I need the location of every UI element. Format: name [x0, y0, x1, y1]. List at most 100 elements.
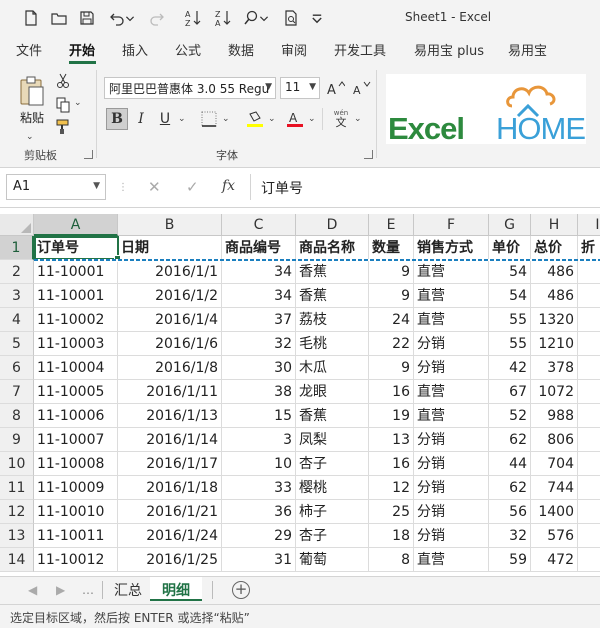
table-cell[interactable]	[578, 404, 600, 428]
clipboard-launcher-icon[interactable]	[84, 150, 93, 159]
row-header[interactable]: 3	[0, 284, 34, 308]
new-file-icon[interactable]	[20, 7, 42, 29]
table-cell[interactable]: 38	[222, 380, 296, 404]
open-folder-icon[interactable]	[48, 7, 70, 29]
sort-ascending-icon[interactable]: AZ	[182, 7, 204, 29]
tab-review[interactable]: 审阅	[281, 40, 307, 59]
select-all-button[interactable]	[0, 214, 34, 236]
table-cell[interactable]	[578, 500, 600, 524]
table-cell[interactable]: 11-10011	[34, 524, 118, 548]
table-cell[interactable]: 54	[489, 260, 531, 284]
table-cell[interactable]: 42	[489, 356, 531, 380]
table-cell[interactable]: 2016/1/17	[118, 452, 222, 476]
insert-function-icon[interactable]: fx	[222, 178, 235, 194]
table-cell[interactable]: 2016/1/14	[118, 428, 222, 452]
table-cell[interactable]: 32	[222, 332, 296, 356]
customize-toolbar-icon[interactable]	[310, 7, 324, 29]
table-cell[interactable]: 9	[369, 260, 414, 284]
row-header[interactable]: 1	[0, 236, 34, 260]
table-cell[interactable]: 378	[531, 356, 578, 380]
table-cell[interactable]: 55	[489, 332, 531, 356]
tab-insert[interactable]: 插入	[122, 40, 148, 59]
table-cell[interactable]: 576	[531, 524, 578, 548]
header-cell-col-c[interactable]: 商品编号	[222, 236, 296, 260]
row-header[interactable]: 14	[0, 548, 34, 572]
table-cell[interactable]: 15	[222, 404, 296, 428]
table-cell[interactable]: 54	[489, 284, 531, 308]
table-cell[interactable]: 33	[222, 476, 296, 500]
table-cell[interactable]: 直营	[414, 260, 489, 284]
table-cell[interactable]: 1320	[531, 308, 578, 332]
table-cell[interactable]: 62	[489, 428, 531, 452]
table-cell[interactable]: 18	[369, 524, 414, 548]
table-cell[interactable]: 24	[369, 308, 414, 332]
table-cell[interactable]: 1072	[531, 380, 578, 404]
table-cell[interactable]: 分销	[414, 428, 489, 452]
table-cell[interactable]: 分销	[414, 524, 489, 548]
table-cell[interactable]: 30	[222, 356, 296, 380]
table-cell[interactable]: 2016/1/2	[118, 284, 222, 308]
font-size-dropdown-icon[interactable]: ▼	[309, 82, 316, 92]
table-cell[interactable]: 16	[369, 452, 414, 476]
table-cell[interactable]	[578, 260, 600, 284]
table-cell[interactable]: 9	[369, 356, 414, 380]
table-cell[interactable]: 13	[369, 428, 414, 452]
header-cell-col-h[interactable]: 总价	[531, 236, 578, 260]
row-header[interactable]: 6	[0, 356, 34, 380]
table-cell[interactable]: 3	[222, 428, 296, 452]
table-cell[interactable]: 香蕉	[296, 404, 369, 428]
table-cell[interactable]: 52	[489, 404, 531, 428]
tab-developer[interactable]: 开发工具	[334, 40, 386, 59]
sheet-tab-detail[interactable]: 明细	[150, 577, 202, 601]
table-cell[interactable]: 11-10004	[34, 356, 118, 380]
table-cell[interactable]: 2016/1/25	[118, 548, 222, 572]
phonetic-guide-icon[interactable]: wén 文	[330, 108, 352, 130]
row-header[interactable]: 7	[0, 380, 34, 404]
formula-input[interactable]: 订单号	[250, 174, 600, 200]
font-name-box[interactable]: 阿里巴巴普惠体 3.0 55 Regu ▼	[104, 77, 276, 99]
column-header-f[interactable]: F	[414, 214, 489, 236]
row-header[interactable]: 13	[0, 524, 34, 548]
add-sheet-icon[interactable]: +	[232, 581, 250, 599]
row-header[interactable]: 11	[0, 476, 34, 500]
fill-color-icon[interactable]	[244, 108, 266, 130]
table-cell[interactable]: 37	[222, 308, 296, 332]
table-cell[interactable]: 8	[369, 548, 414, 572]
cut-icon[interactable]	[54, 72, 72, 90]
header-cell-col-b[interactable]: 日期	[118, 236, 222, 260]
table-cell[interactable]: 31	[222, 548, 296, 572]
table-cell[interactable]: 凤梨	[296, 428, 369, 452]
table-cell[interactable]: 11-10009	[34, 476, 118, 500]
column-header-i[interactable]: I	[578, 214, 600, 236]
column-header-a[interactable]: A	[34, 214, 118, 236]
table-cell[interactable]: 36	[222, 500, 296, 524]
fill-color-dropdown-icon[interactable]: ⌄	[268, 114, 276, 124]
table-cell[interactable]: 葡萄	[296, 548, 369, 572]
row-header[interactable]: 2	[0, 260, 34, 284]
table-cell[interactable]: 67	[489, 380, 531, 404]
table-cell[interactable]: 44	[489, 452, 531, 476]
table-cell[interactable]: 2016/1/21	[118, 500, 222, 524]
table-cell[interactable]: 荔枝	[296, 308, 369, 332]
table-cell[interactable]: 11-10008	[34, 452, 118, 476]
table-cell[interactable]: 木瓜	[296, 356, 369, 380]
table-cell[interactable]: 11-10006	[34, 404, 118, 428]
phonetic-dropdown-icon[interactable]: ⌄	[354, 114, 362, 124]
undo-dropdown-icon[interactable]	[124, 7, 136, 29]
table-cell[interactable]	[578, 380, 600, 404]
table-cell[interactable]: 杏子	[296, 452, 369, 476]
table-cell[interactable]: 704	[531, 452, 578, 476]
sheet-tab-summary[interactable]: 汇总	[102, 577, 154, 601]
table-cell[interactable]: 34	[222, 260, 296, 284]
underline-button[interactable]: U	[154, 108, 176, 130]
name-box-dropdown-icon[interactable]: ▼	[93, 181, 100, 191]
table-cell[interactable]: 1210	[531, 332, 578, 356]
table-cell[interactable]	[578, 332, 600, 356]
table-cell[interactable]: 分销	[414, 332, 489, 356]
table-cell[interactable]: 11-10002	[34, 308, 118, 332]
table-cell[interactable]: 2016/1/11	[118, 380, 222, 404]
decrease-font-icon[interactable]: A	[352, 78, 372, 98]
table-cell[interactable]: 59	[489, 548, 531, 572]
table-cell[interactable]: 龙眼	[296, 380, 369, 404]
tab-yiyongbao[interactable]: 易用宝	[508, 40, 547, 59]
